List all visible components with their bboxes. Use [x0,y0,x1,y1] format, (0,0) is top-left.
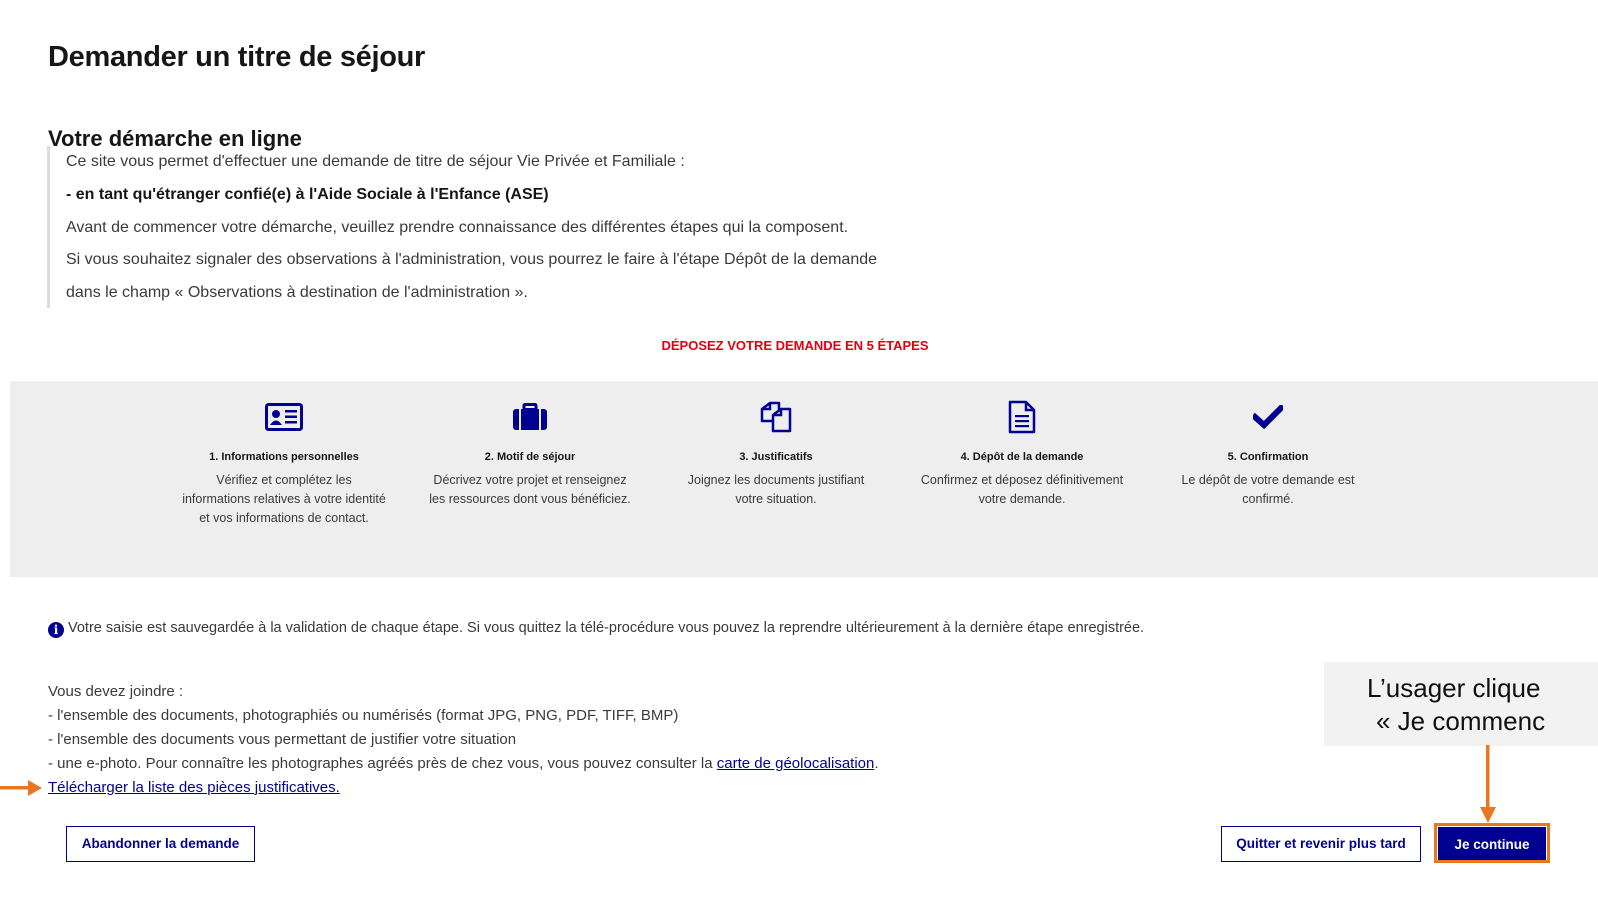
file-icon [907,395,1137,439]
abandon-request-button[interactable]: Abandonner la demande [66,826,255,862]
step-4-desc-line-1: Confirmez et déposez définitivement [920,473,1124,487]
step-4: 4. Dépôt de la demande Confirmez et dépo… [907,395,1137,509]
step-1-desc-line-2: informations relatives à votre identité [182,492,386,506]
intro-line-5: dans le champ « Observations à destinati… [66,284,528,302]
page-title: Demander un titre de séjour [48,41,426,74]
intro-line-3: Avant de commencer votre démarche, veuil… [66,218,849,236]
step-5-desc-line-2: confirmé. [1242,492,1294,506]
download-documents-list-link[interactable]: Télécharger la liste des pièces justific… [48,779,340,796]
docs-line-2: - l'ensemble des documents vous permetta… [48,731,517,748]
step-5-desc-line-1: Le dépôt de votre demande est [1181,473,1355,487]
step-2-desc-line-2: les ressources dont vous bénéficiez. [429,492,631,506]
save-info-text: Votre saisie est sauvegardée à la valida… [68,620,1145,636]
step-4-title: 4. Dépôt de la demande [960,451,1084,463]
step-4-desc: Confirmez et déposez définitivement votr… [907,471,1137,509]
docs-line-3: - une e-photo. Pour connaître les photog… [48,752,879,776]
step-1-desc-line-1: Vérifiez et complétez les [216,473,352,487]
docs-intro: Vous devez joindre : [48,683,184,700]
save-info-notice: i Votre saisie est sauvegardée à la valid… [48,620,1144,638]
step-2-desc: Décrivez votre projet et renseignez les … [415,471,645,509]
annotation-arrow-down-icon [1480,745,1496,823]
step-3-desc-line-2: votre situation. [735,492,817,506]
docs-line-1: - l'ensemble des documents, photographié… [48,707,679,724]
docs-line-3-text: - une e-photo. Pour connaître les photog… [48,755,717,772]
steps-heading: DÉPOSEZ VOTRE DEMANDE EN 5 ÉTAPES [661,338,929,353]
briefcase-icon [415,395,645,439]
intro-line-2: - en tant qu'étranger confié(e) à l'Aide… [66,185,549,203]
callout-line-2: « Je commenc [1376,706,1546,736]
step-1-desc-line-3: et vos informations de contact. [199,511,369,525]
annotation-arrow-right-icon [0,780,42,796]
intro-quote: Ce site vous permet d'effectuer une dema… [47,146,877,308]
id-card-icon [169,395,399,439]
step-1: 1. Informations personnelles Vérifiez et… [169,395,399,528]
required-documents: Vous devez joindre : - l'ensemble des do… [48,680,879,800]
step-4-desc-line-2: votre demande. [978,492,1066,506]
step-3-title: 3. Justificatifs [739,451,813,463]
step-5-title: 5. Confirmation [1227,451,1309,463]
intro-line-1: Ce site vous permet d'effectuer une dema… [66,153,685,170]
step-1-title: 1. Informations personnelles [209,451,359,463]
info-icon: i [48,622,64,638]
steps-panel: 1. Informations personnelles Vérifiez et… [10,381,1598,577]
quit-and-return-later-button[interactable]: Quitter et revenir plus tard [1221,826,1421,862]
intro-line-4: Si vous souhaitez signaler des observati… [66,251,878,269]
docs-line-3-suffix: . [874,755,879,772]
step-3: 3. Justificatifs Joignez les documents j… [661,395,891,509]
step-5: 5. Confirmation Le dépôt de votre demand… [1153,395,1383,509]
step-2-title: 2. Motif de séjour [484,451,576,463]
geolocation-map-link[interactable]: carte de géolocalisation [717,755,875,772]
callout-line-1: L’usager clique [1367,673,1541,703]
step-2-desc-line-1: Décrivez votre projet et renseignez [433,473,627,487]
step-2: 2. Motif de séjour Décrivez votre projet… [415,395,645,509]
step-3-desc: Joignez les documents justifiant votre s… [661,471,891,509]
step-5-desc: Le dépôt de votre demande est confirmé. [1153,471,1383,509]
annotation-callout: L’usager clique « Je commenc [1324,662,1598,746]
continue-highlight-box [1434,823,1550,863]
checkmark-icon [1153,395,1383,439]
step-3-desc-line-1: Joignez les documents justifiant [687,473,865,487]
documents-icon [661,395,891,439]
step-1-desc: Vérifiez et complétez les informations r… [169,471,399,528]
